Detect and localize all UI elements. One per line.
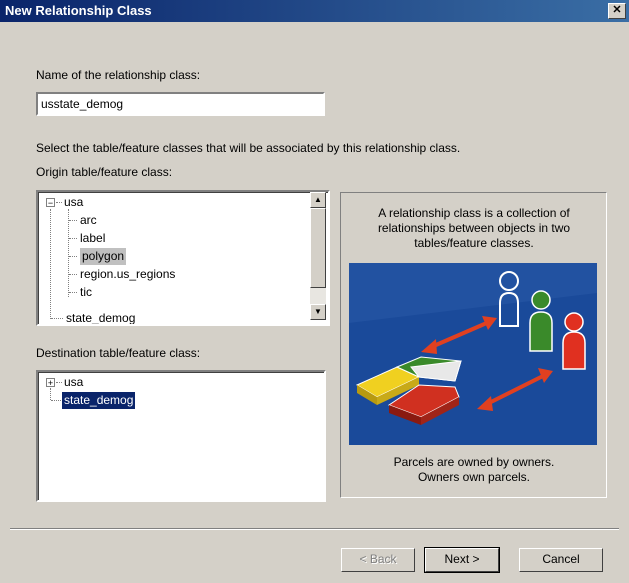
dialog-window: New Relationship Class ✕ Name of the rel… <box>0 0 629 583</box>
cancel-button[interactable]: Cancel <box>519 548 603 572</box>
tree-item-region-us-regions[interactable]: region.us_regions <box>80 266 175 283</box>
next-button[interactable]: Next > <box>424 547 500 573</box>
owner-red-icon <box>562 312 586 370</box>
destination-tree[interactable]: + usa state_demog <box>36 370 326 502</box>
title-bar[interactable]: New Relationship Class ✕ <box>0 0 629 22</box>
relationship-name-input[interactable] <box>36 92 325 116</box>
tree-item-usa[interactable]: usa <box>64 194 83 211</box>
origin-scrollbar[interactable]: ▲ ▼ <box>310 192 326 320</box>
owner-green-icon <box>529 290 553 352</box>
scroll-thumb[interactable] <box>310 208 326 288</box>
info-panel: A relationship class is a collection of … <box>340 192 607 498</box>
tree-item-arc[interactable]: arc <box>80 212 97 229</box>
tree-item-state-demog[interactable]: state_demog <box>66 310 135 324</box>
scroll-up-icon[interactable]: ▲ <box>310 192 326 208</box>
scroll-down-icon[interactable]: ▼ <box>310 304 326 320</box>
back-button[interactable]: < Back <box>341 548 415 572</box>
tree-item-usa-dest[interactable]: usa <box>64 374 83 391</box>
destination-label: Destination table/feature class: <box>36 346 201 360</box>
tree-item-state-demog-dest[interactable]: state_demog <box>60 391 137 410</box>
relationship-description: A relationship class is a collection of … <box>377 206 571 250</box>
origin-label: Origin table/feature class: <box>36 165 173 179</box>
collapse-icon[interactable]: − <box>46 198 55 208</box>
tree-item-polygon[interactable]: polygon <box>80 248 127 265</box>
instructions-text: Select the table/feature classes that wi… <box>36 141 461 155</box>
tree-item-tic[interactable]: tic <box>80 284 92 301</box>
origin-tree[interactable]: − usa arc label polygon region.us_region… <box>36 190 330 326</box>
name-label: Name of the relationship class: <box>36 68 201 82</box>
relationship-illustration <box>349 263 597 445</box>
close-icon[interactable]: ✕ <box>608 3 626 19</box>
caption-line-2: Owners own parcels. <box>417 470 531 484</box>
caption-line-1: Parcels are owned by owners. <box>393 455 555 469</box>
window-title: New Relationship Class <box>5 3 152 18</box>
expand-icon[interactable]: + <box>46 378 55 388</box>
footer-separator <box>10 528 619 530</box>
tree-item-label[interactable]: label <box>80 230 105 247</box>
illustration-caption: Parcels are owned by owners. Owners own … <box>349 455 599 485</box>
